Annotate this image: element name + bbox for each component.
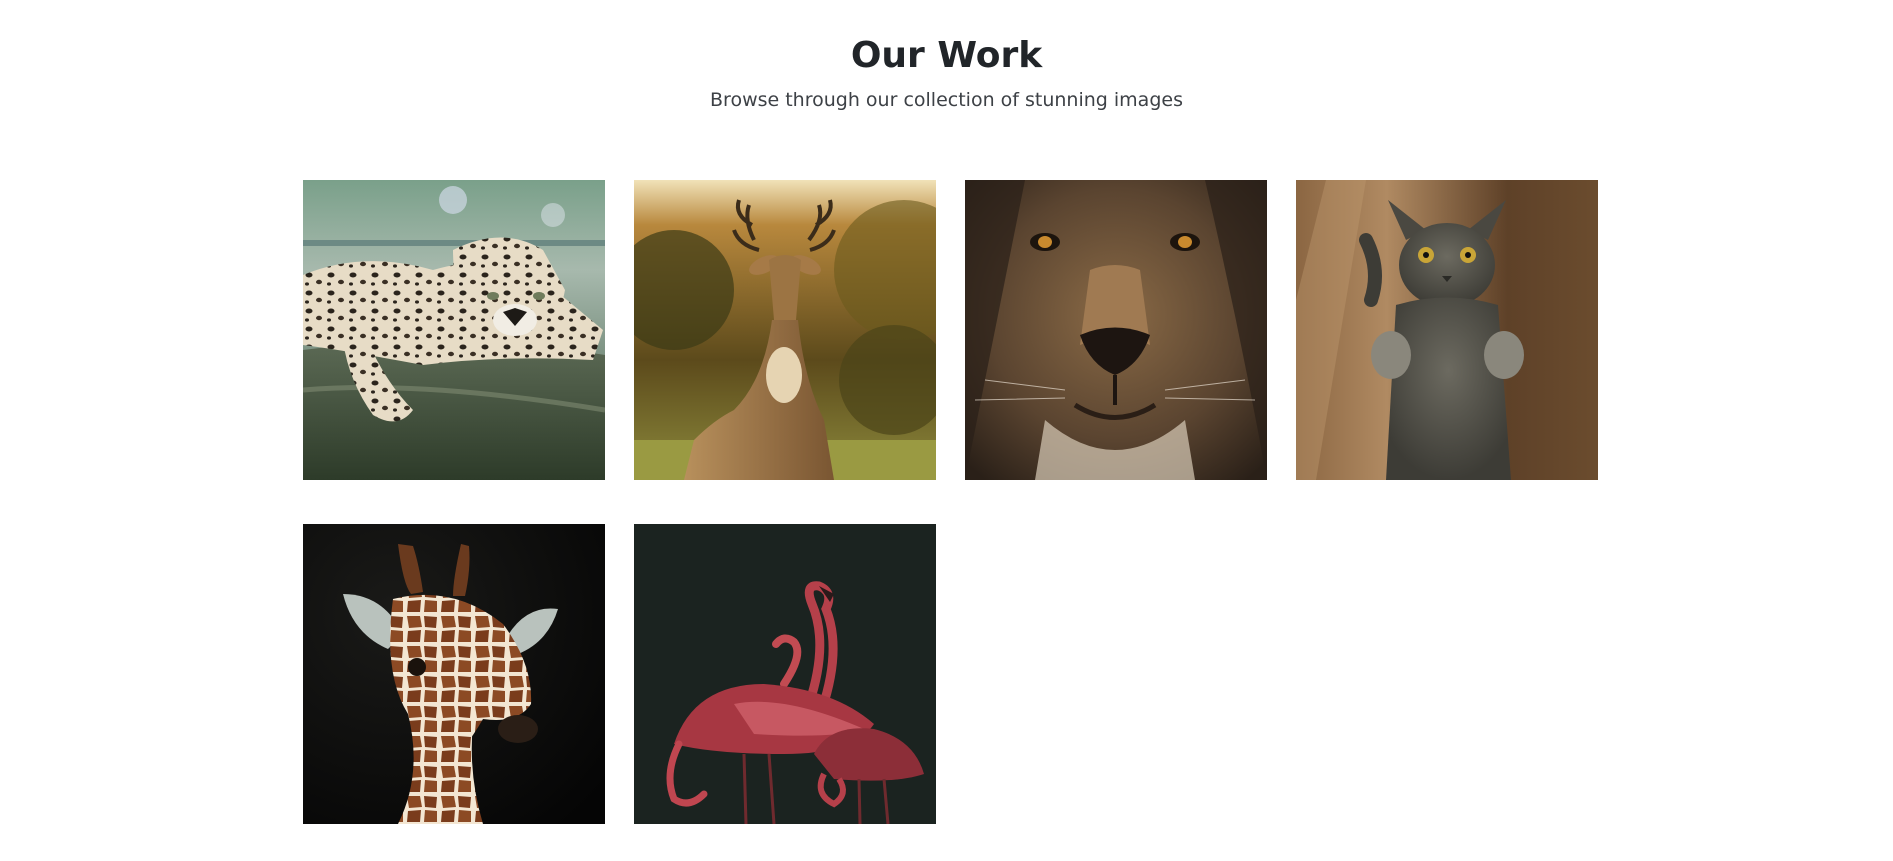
image-gallery	[303, 180, 1601, 824]
cat-image	[1296, 180, 1598, 480]
gallery-item-leopard[interactable]	[303, 180, 605, 480]
page-subtitle: Browse through our collection of stunnin…	[710, 89, 1183, 111]
page-title: Our Work	[850, 35, 1043, 76]
gallery-item-cat[interactable]	[1296, 180, 1598, 480]
section-header: Our Work Browse through our collection o…	[0, 34, 1893, 113]
gallery-item-deer[interactable]	[634, 180, 936, 480]
gallery-item-flamingos[interactable]	[634, 524, 936, 824]
flamingos-image	[634, 524, 936, 824]
giraffe-image	[303, 524, 605, 824]
leopard-image	[303, 180, 605, 480]
gallery-item-lion[interactable]	[965, 180, 1267, 480]
lion-image	[965, 180, 1267, 480]
gallery-item-giraffe[interactable]	[303, 524, 605, 824]
deer-image	[634, 180, 936, 480]
